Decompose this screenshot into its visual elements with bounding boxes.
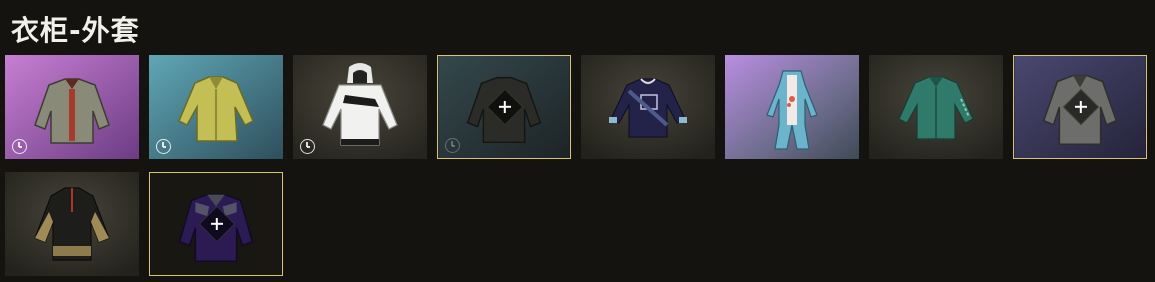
green-shirt-icon bbox=[869, 55, 1003, 159]
wardrobe-title: 衣柜-外套 bbox=[11, 14, 140, 47]
wardrobe-slot[interactable] bbox=[149, 55, 283, 159]
blue-onesie-icon bbox=[725, 55, 859, 159]
navy-sweatshirt-icon bbox=[581, 55, 715, 159]
wardrobe-slot[interactable] bbox=[437, 55, 571, 159]
wardrobe-slot[interactable] bbox=[149, 172, 283, 276]
time-limited-clock-icon bbox=[445, 138, 460, 153]
wardrobe-slot[interactable] bbox=[293, 55, 427, 159]
wardrobe-item-grid bbox=[5, 55, 1155, 282]
time-limited-clock-icon bbox=[156, 139, 171, 154]
time-limited-clock-icon bbox=[12, 139, 27, 154]
camo-windbreaker-icon bbox=[5, 172, 139, 276]
wardrobe-slot[interactable] bbox=[5, 55, 139, 159]
wardrobe-slot[interactable] bbox=[725, 55, 859, 159]
wardrobe-slot[interactable] bbox=[5, 172, 139, 276]
wardrobe-slot[interactable] bbox=[1013, 55, 1147, 159]
time-limited-clock-icon bbox=[300, 139, 315, 154]
wardrobe-slot[interactable] bbox=[581, 55, 715, 159]
wardrobe-slot[interactable] bbox=[869, 55, 1003, 159]
